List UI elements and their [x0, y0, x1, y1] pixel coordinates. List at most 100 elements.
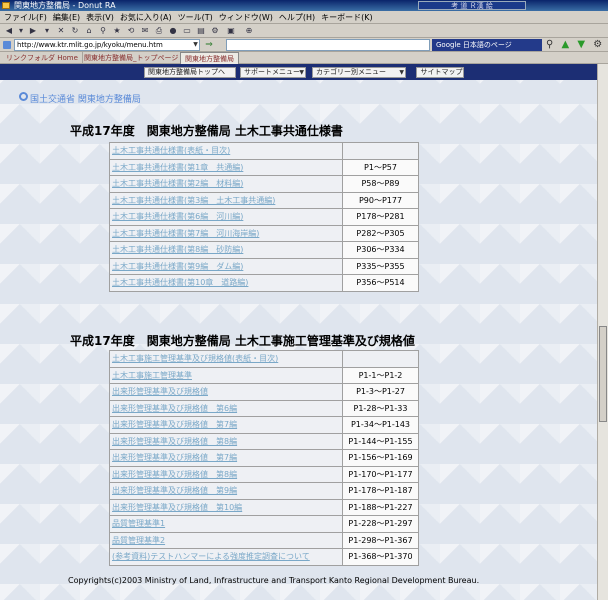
document-link[interactable]: 土木工事共通仕様書(第7編 河川海岸編): [110, 225, 342, 241]
table-row: 出来形管理基準及び規格値 第6編 P1-28〜P1-33: [110, 400, 418, 416]
table-row: 出来形管理基準及び規格値 第7編 P1-34〜P1-143: [110, 417, 418, 433]
search-input[interactable]: [226, 39, 430, 51]
menu-help[interactable]: ヘルプ(H): [279, 12, 315, 23]
support-menu-select[interactable]: サポートメニュー: [240, 67, 306, 78]
page-range: P1-3〜P1-27: [343, 384, 418, 400]
home-icon[interactable]: ⌂: [84, 26, 94, 36]
table-row: 出来形管理基準及び規格値 第10編 P1-188〜P1-227: [110, 499, 418, 515]
settings-icon[interactable]: ⚙: [593, 39, 602, 50]
search-nav-buttons: ⚲ ▲ ▼ ⚙: [546, 39, 607, 51]
menu-window[interactable]: ウィンドウ(W): [219, 12, 273, 23]
document-link[interactable]: 出来形管理基準及び規格値 第10編: [110, 499, 342, 515]
page-range: P1-298〜P1-367: [343, 532, 418, 548]
page-range: P58〜P89: [343, 176, 418, 192]
document-link[interactable]: 土木工事共通仕様書(第10章 道路編): [110, 275, 342, 291]
menu-edit[interactable]: 編集(E): [53, 12, 80, 23]
table-row: 土木工事共通仕様書(第9編 ダム編) P335〜P355: [110, 258, 418, 274]
document-link[interactable]: 出来形管理基準及び規格値 第7編: [110, 417, 342, 433]
category-menu-select[interactable]: カテゴリー別メニュー: [312, 67, 406, 78]
document-link[interactable]: 品質管理基準1: [110, 516, 342, 532]
menu-view[interactable]: 表示(V): [86, 12, 114, 23]
back-arrow-icon[interactable]: ◀: [4, 26, 14, 36]
mail-icon[interactable]: ✉: [140, 26, 150, 36]
dropdown-icon[interactable]: ▾: [42, 26, 52, 36]
document-link[interactable]: 出来形管理基準及び規格値 第9編: [110, 483, 342, 499]
window-icon[interactable]: ▣: [226, 26, 236, 36]
document-link[interactable]: (参考資料)テストハンマーによる強度推定調査について: [110, 549, 342, 565]
document-link[interactable]: 出来形管理基準及び規格値 第8編: [110, 433, 342, 449]
url-input[interactable]: http://www.ktr.mlit.go.jp/kyoku/menu.htm: [14, 39, 200, 51]
table-row: 土木工事共通仕様書(第2編 材料編) P58〜P89: [110, 176, 418, 192]
search-go-icon[interactable]: ⚲: [546, 39, 553, 50]
page-favicon-icon: [3, 41, 11, 49]
top-page-button[interactable]: 関東地方整備局トップへ: [144, 67, 236, 78]
page-icon[interactable]: ▭: [182, 26, 192, 36]
page-range: P1-178〜P1-187: [343, 483, 418, 499]
document-link[interactable]: 土木工事施工管理基準: [110, 367, 342, 383]
management-table: 土木工事施工管理基準及び規格値(表紙・目次) 土木工事施工管理基準 P1-1〜P1-…: [109, 350, 419, 566]
document-link[interactable]: 出来形管理基準及び規格値: [110, 384, 342, 400]
favorites-icon[interactable]: ★: [112, 26, 122, 36]
document-link[interactable]: 土木工事共通仕様書(第3編 土木工事共通編): [110, 192, 342, 208]
browser-app-icon: [2, 2, 10, 9]
stop-icon[interactable]: ✕: [56, 26, 66, 36]
tabs-bar: リンクフォルダ Home 関東地方整備局_トップページ 関東地方整備局: [0, 52, 608, 64]
document-link[interactable]: 土木工事共通仕様書(第9編 ダム編): [110, 258, 342, 274]
page-range: [343, 143, 418, 159]
zoom-icon[interactable]: ⊕: [244, 26, 254, 36]
go-icon[interactable]: ⇒: [204, 40, 214, 50]
refresh-icon[interactable]: ↻: [70, 26, 80, 36]
document-link[interactable]: 土木工事施工管理基準及び規格値(表紙・目次): [110, 351, 342, 367]
chevron-down-icon[interactable]: ▼: [192, 40, 199, 50]
page-range: P1〜P57: [343, 159, 418, 175]
menu-favorites[interactable]: お気に入り(A): [120, 12, 172, 23]
table-row: 土木工事共通仕様書(第6編 河川編) P178〜P281: [110, 209, 418, 225]
document-link[interactable]: 出来形管理基準及び規格値 第6編: [110, 400, 342, 416]
menu-keyboard[interactable]: キーボード(K): [321, 12, 373, 23]
document-link[interactable]: 出来形管理基準及び規格値 第8編: [110, 466, 342, 482]
ministry-header[interactable]: 国土交通省 関東地方整備局: [30, 92, 141, 105]
forward-arrow-icon[interactable]: ▶: [28, 26, 38, 36]
tools-icon[interactable]: ⚙: [210, 26, 220, 36]
main-toolbar: ◀ ▾ ▶ ▾ ✕ ↻ ⌂ ⚲ ★ ⟲ ✉ ⎙ ● ▭ ▤ ⚙ ▣ ⊕: [0, 24, 608, 38]
document-link[interactable]: 土木工事共通仕様書(表紙・目次): [110, 143, 342, 159]
page-range: P178〜P281: [343, 209, 418, 225]
document-link[interactable]: 土木工事共通仕様書(第6編 河川編): [110, 209, 342, 225]
ime-tray[interactable]: 考 道 Ｒ漢 絵: [418, 1, 526, 10]
down-arrow-icon[interactable]: ▼: [577, 39, 585, 50]
menu-file[interactable]: ファイル(F): [4, 12, 47, 23]
document-link[interactable]: 出来形管理基準及び規格値 第7編: [110, 450, 342, 466]
dropdown-icon[interactable]: ▾: [16, 26, 26, 36]
tab-kanto[interactable]: 関東地方整備局: [180, 52, 239, 64]
menu-tools[interactable]: ツール(T): [178, 12, 213, 23]
page-range: P1-34〜P1-143: [343, 417, 418, 433]
table-row: 土木工事共通仕様書(第8編 砂防編) P306〜P334: [110, 242, 418, 258]
page-range: P1-156〜P1-169: [343, 450, 418, 466]
table-row: 土木工事施工管理基準 P1-1〜P1-2: [110, 367, 418, 383]
page-range: P1-188〜P1-227: [343, 499, 418, 515]
tab-kanto-top[interactable]: 関東地方整備局_トップページ: [80, 52, 184, 64]
section-title-spec: 平成17年度 関東地方整備局 土木工事共通仕様書: [70, 124, 343, 138]
page-range: P356〜P514: [343, 275, 418, 291]
google-search-label[interactable]: Google 日本語のページ: [432, 39, 542, 51]
folder-icon[interactable]: ▤: [196, 26, 206, 36]
spec-table: 土木工事共通仕様書(表紙・目次) 土木工事共通仕様書(第1章 共通編) P1〜P57…: [109, 142, 419, 292]
ministry-logo-icon: [19, 92, 28, 101]
table-row: 出来形管理基準及び規格値 第8編 P1-170〜P1-177: [110, 466, 418, 482]
scrollbar-thumb[interactable]: [599, 326, 607, 422]
up-arrow-icon[interactable]: ▲: [562, 39, 570, 50]
history-icon[interactable]: ⟲: [126, 26, 136, 36]
document-link[interactable]: 土木工事共通仕様書(第8編 砂防編): [110, 242, 342, 258]
window-title: 関東地方整備局 - Donut RA: [14, 1, 116, 10]
vertical-scrollbar[interactable]: [597, 64, 608, 600]
search-icon[interactable]: ⚲: [98, 26, 108, 36]
table-row: 出来形管理基準及び規格値 第8編 P1-144〜P1-155: [110, 433, 418, 449]
print-icon[interactable]: ⎙: [154, 26, 164, 36]
sitemap-button[interactable]: サイトマップ: [416, 67, 464, 78]
stop-red-icon[interactable]: ●: [168, 26, 178, 36]
tab-link-folder[interactable]: リンクフォルダ Home: [2, 52, 83, 64]
document-link[interactable]: 品質管理基準2: [110, 532, 342, 548]
table-row: 出来形管理基準及び規格値 P1-3〜P1-27: [110, 384, 418, 400]
document-link[interactable]: 土木工事共通仕様書(第2編 材料編): [110, 176, 342, 192]
document-link[interactable]: 土木工事共通仕様書(第1章 共通編): [110, 159, 342, 175]
